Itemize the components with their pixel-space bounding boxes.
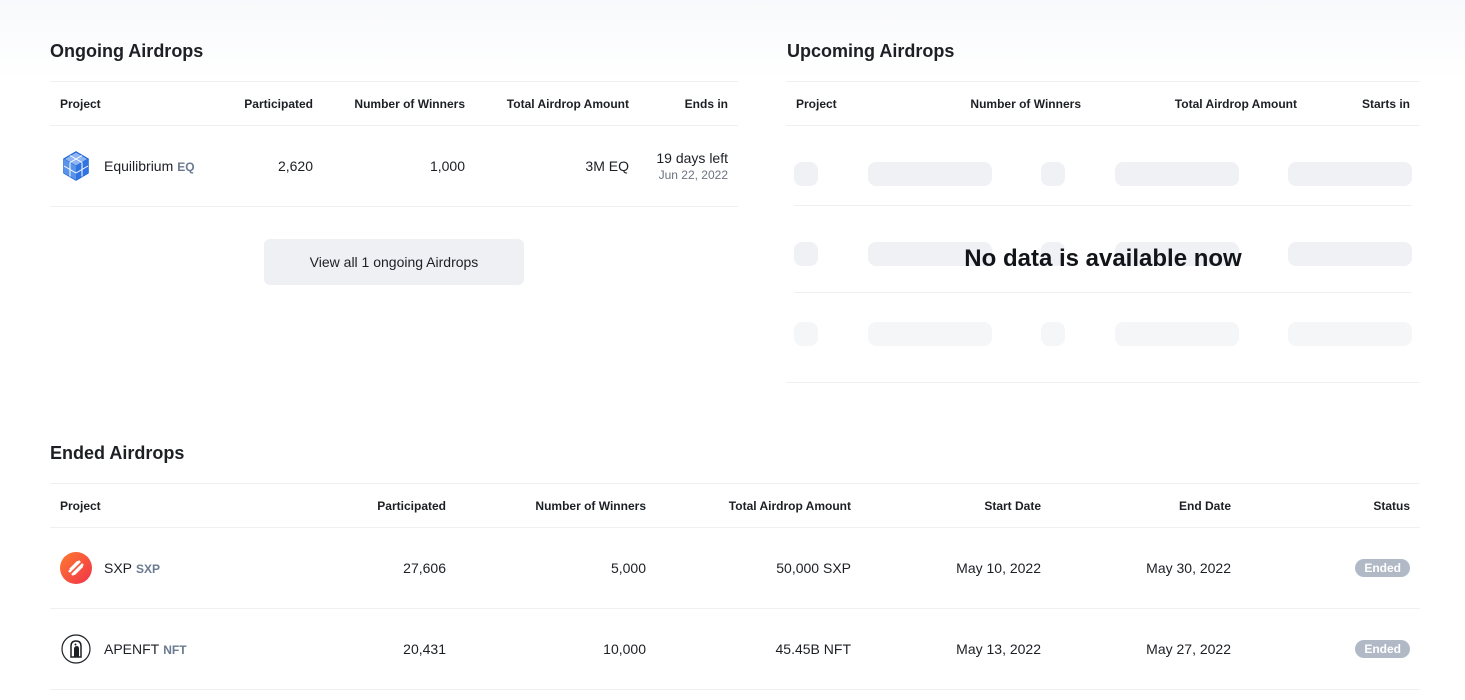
ongoing-airdrops-title: Ongoing Airdrops [50, 41, 204, 61]
project-name[interactable]: APENFT NFT [104, 641, 187, 657]
ends-in-cell: 19 days left Jun 22, 2022 [639, 125, 738, 207]
project-symbol: EQ [177, 160, 195, 174]
ended-airdrops-title: Ended Airdrops [50, 443, 185, 463]
status-badge: Ended [1355, 559, 1410, 577]
end-date-value: May 30, 2022 [1051, 527, 1241, 609]
start-date-value: May 13, 2022 [861, 608, 1051, 690]
column-header-status: Status [1241, 483, 1420, 528]
column-header-starts-in: Starts in [1307, 81, 1420, 126]
project-symbol: NFT [163, 643, 187, 657]
end-date-value: May 27, 2022 [1051, 608, 1241, 690]
upcoming-airdrops-title: Upcoming Airdrops [787, 41, 955, 61]
column-header-start-date: Start Date [861, 483, 1051, 528]
table-header-row: Project Participated Number of Winners T… [50, 81, 738, 126]
column-header-amount: Total Airdrop Amount [1091, 81, 1307, 126]
amount-value: 45.45B NFT [656, 608, 861, 690]
project-name[interactable]: SXP SXP [104, 560, 160, 576]
ends-in-countdown: 19 days left [656, 150, 728, 166]
table-header-row: Project Participated Number of Winners T… [50, 483, 1420, 528]
table-row[interactable]: SXP SXP 27,606 5,000 50,000 SXP May 10, 2… [50, 527, 1420, 609]
table-row[interactable]: APENFT NFT 20,431 10,000 45.45B NFT May 1… [50, 608, 1420, 690]
upcoming-airdrops-table: Project Number of Winners Total Airdrop … [786, 81, 1420, 126]
skeleton-row [794, 293, 1412, 373]
column-header-participated: Participated [254, 483, 456, 528]
column-header-project: Project [50, 483, 254, 528]
winners-value: 10,000 [456, 608, 656, 690]
column-header-winners: Number of Winners [950, 81, 1091, 126]
status-cell: Ended [1241, 608, 1420, 690]
column-header-end-date: End Date [1051, 483, 1241, 528]
sxp-logo-icon [60, 552, 92, 584]
amount-value: 50,000 SXP [656, 527, 861, 609]
column-header-amount: Total Airdrop Amount [656, 483, 861, 528]
project-symbol: SXP [136, 562, 161, 576]
column-header-winners: Number of Winners [456, 483, 656, 528]
ended-airdrops-table: Project Participated Number of Winners T… [50, 483, 1420, 690]
column-header-project: Project [786, 81, 950, 126]
column-header-winners: Number of Winners [323, 81, 475, 126]
table-row[interactable]: Equilibrium EQ 2,620 1,000 3M EQ 19 days … [50, 125, 738, 207]
winners-value: 1,000 [323, 125, 475, 207]
project-name[interactable]: Equilibrium EQ [104, 158, 195, 174]
column-header-amount: Total Airdrop Amount [475, 81, 639, 126]
status-badge: Ended [1355, 640, 1410, 658]
ongoing-airdrops-table: Project Participated Number of Winners T… [50, 81, 738, 207]
amount-value: 3M EQ [475, 125, 639, 207]
view-all-ongoing-button[interactable]: View all 1 ongoing Airdrops [264, 239, 524, 285]
column-header-ends-in: Ends in [639, 81, 738, 126]
participated-value: 27,606 [254, 527, 456, 609]
participated-value: 20,431 [254, 608, 456, 690]
column-header-participated: Participated [220, 81, 323, 126]
participated-value: 2,620 [220, 125, 323, 207]
table-header-row: Project Number of Winners Total Airdrop … [786, 81, 1420, 126]
no-data-message: No data is available now [964, 245, 1242, 272]
ends-in-date: Jun 22, 2022 [658, 168, 728, 182]
column-header-project: Project [50, 81, 220, 126]
winners-value: 5,000 [456, 527, 656, 609]
status-cell: Ended [1241, 527, 1420, 609]
equilibrium-cube-icon [60, 150, 92, 182]
skeleton-row [794, 126, 1412, 206]
apenft-logo-icon [60, 633, 92, 665]
start-date-value: May 10, 2022 [861, 527, 1051, 609]
